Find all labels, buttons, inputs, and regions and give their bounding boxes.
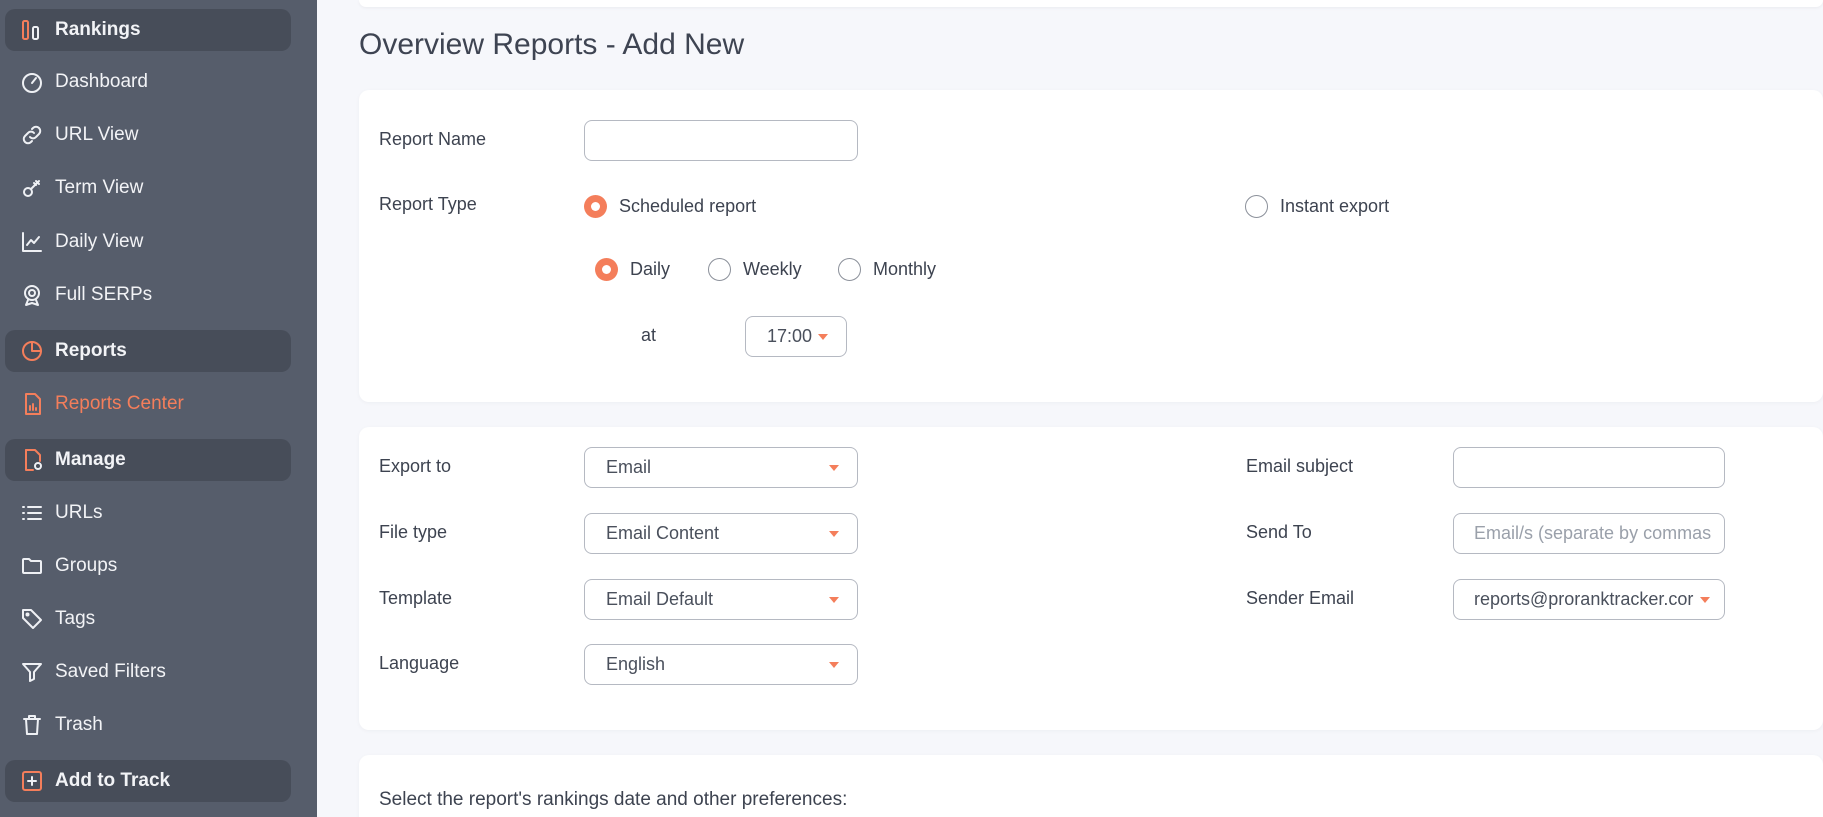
weekly-label: Weekly <box>743 259 802 279</box>
sidebar-item-label: Reports Center <box>55 393 184 414</box>
sidebar-item-label: Groups <box>55 555 118 576</box>
sidebar-item-urls[interactable]: URLs <box>5 492 291 534</box>
sidebar-item-daily-view[interactable]: Daily View <box>5 221 291 263</box>
radio-checked-icon <box>584 195 607 218</box>
radio-unchecked-icon <box>1245 195 1268 218</box>
monthly-label: Monthly <box>873 259 937 279</box>
weekly-radio[interactable]: Weekly <box>708 258 802 281</box>
monthly-radio[interactable]: Monthly <box>838 258 936 281</box>
key-icon <box>19 175 45 201</box>
sidebar-item-label: Term View <box>55 177 144 198</box>
sidebar-item-reports-center[interactable]: Reports Center <box>5 383 291 425</box>
export-to-label: Export to <box>379 456 452 476</box>
sender-email-select[interactable]: reports@proranktracker.cor <box>1453 579 1725 620</box>
folder-icon <box>19 553 45 579</box>
sidebar-item-url-view[interactable]: URL View <box>5 114 291 156</box>
caret-down-icon <box>829 597 839 603</box>
file-type-value: Email Content <box>606 523 720 543</box>
sidebar-item-manage[interactable]: Manage <box>5 439 291 481</box>
preferences-heading: Select the report's rankings date and ot… <box>379 789 848 810</box>
sidebar-item-label: URLs <box>55 502 103 523</box>
sender-email-value: reports@proranktracker.cor <box>1474 589 1694 609</box>
instant-export-radio[interactable]: Instant export <box>1245 195 1389 218</box>
report-name-input[interactable] <box>584 120 858 161</box>
export-to-value: Email <box>606 457 652 477</box>
caret-down-icon <box>829 465 839 471</box>
language-value: English <box>606 654 666 674</box>
report-type-label: Report Type <box>379 194 477 214</box>
trash-icon <box>19 712 45 738</box>
daily-label: Daily <box>630 259 671 279</box>
top-strip <box>359 0 1823 7</box>
rankings-icon <box>19 17 45 43</box>
template-label: Template <box>379 588 453 608</box>
language-label: Language <box>379 653 460 673</box>
sidebar-item-label: Add to Track <box>55 770 171 791</box>
sidebar-item-label: Manage <box>55 449 126 470</box>
sidebar-item-saved-filters[interactable]: Saved Filters <box>5 651 291 693</box>
sidebar-item-label: Dashboard <box>55 71 148 92</box>
sidebar-item-add-to-track[interactable]: Add to Track <box>5 760 291 802</box>
report-doc-icon <box>19 391 45 417</box>
file-type-select[interactable]: Email Content <box>584 513 858 554</box>
radio-unchecked-icon <box>838 258 861 281</box>
template-select[interactable]: Email Default <box>584 579 858 620</box>
sidebar-item-label: Full SERPs <box>55 284 153 305</box>
time-select[interactable]: 17:00 <box>745 316 847 357</box>
page-title: Overview Reports - Add New <box>359 28 745 61</box>
report-name-label: Report Name <box>379 129 487 149</box>
sidebar-item-tags[interactable]: Tags <box>5 598 291 640</box>
sidebar-item-full-serps[interactable]: Full SERPs <box>5 274 291 316</box>
serp-icon <box>19 282 45 308</box>
sidebar-item-reports[interactable]: Reports <box>5 330 291 372</box>
sidebar-item-rankings[interactable]: Rankings <box>5 9 291 51</box>
tag-icon <box>19 606 45 632</box>
link-icon <box>19 122 45 148</box>
sender-email-label: Sender Email <box>1246 588 1355 608</box>
time-value: 17:00 <box>767 326 813 346</box>
scheduled-report-radio[interactable]: Scheduled report <box>584 195 756 218</box>
list-icon <box>19 500 45 526</box>
send-to-label: Send To <box>1246 522 1312 542</box>
sidebar-item-term-view[interactable]: Term View <box>5 167 291 209</box>
caret-down-icon <box>829 531 839 537</box>
sidebar-item-label: Trash <box>55 714 103 735</box>
template-value: Email Default <box>606 589 714 609</box>
sidebar-item-label: Daily View <box>55 231 144 252</box>
instant-export-label: Instant export <box>1280 196 1390 216</box>
caret-down-icon <box>829 662 839 668</box>
sidebar-item-label: Rankings <box>55 19 141 40</box>
sidebar-item-label: Reports <box>55 340 127 361</box>
daily-radio[interactable]: Daily <box>595 258 670 281</box>
language-select[interactable]: English <box>584 644 858 685</box>
caret-down-icon <box>1700 597 1710 603</box>
email-subject-label: Email subject <box>1246 456 1354 476</box>
dashboard-icon <box>19 69 45 95</box>
sidebar-item-label: Tags <box>55 608 96 629</box>
sidebar-item-label: Saved Filters <box>55 661 166 682</box>
sidebar: Rankings Dashboard URL View Term View Da… <box>0 0 317 817</box>
send-to-input[interactable]: Email/s (separate by commas <box>1453 513 1725 554</box>
pie-chart-icon <box>19 338 45 364</box>
report-settings-card <box>359 90 1823 402</box>
file-type-label: File type <box>379 522 448 542</box>
line-chart-icon <box>19 229 45 255</box>
email-subject-input[interactable] <box>1453 447 1725 488</box>
manage-doc-icon <box>19 447 45 473</box>
caret-down-icon <box>818 334 828 340</box>
filter-icon <box>19 659 45 685</box>
sidebar-item-trash[interactable]: Trash <box>5 704 291 746</box>
at-label: at <box>641 325 657 345</box>
radio-checked-icon <box>595 258 618 281</box>
sidebar-item-groups[interactable]: Groups <box>5 545 291 587</box>
plus-square-icon <box>19 768 45 794</box>
sidebar-item-dashboard[interactable]: Dashboard <box>5 61 291 103</box>
export-to-select[interactable]: Email <box>584 447 858 488</box>
scheduled-report-label: Scheduled report <box>619 196 757 216</box>
sidebar-item-label: URL View <box>55 124 139 145</box>
radio-unchecked-icon <box>708 258 731 281</box>
